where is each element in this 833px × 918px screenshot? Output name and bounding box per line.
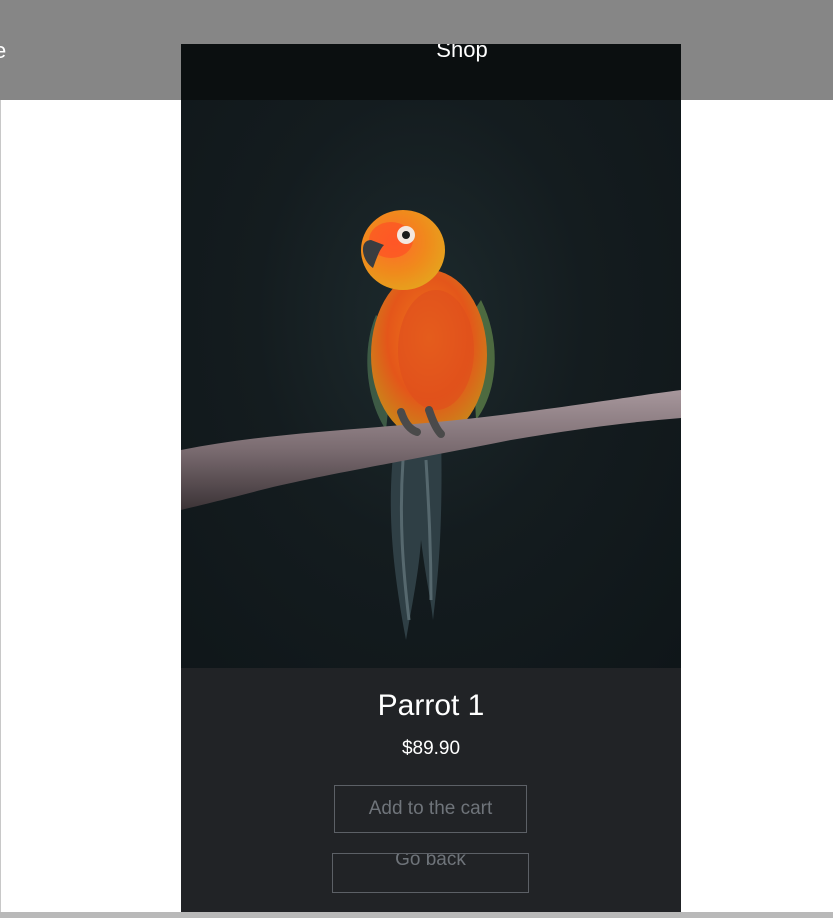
product-card: Shop Parrot 1 $89.90 Add to the cart Go … <box>181 44 681 914</box>
nav-left-link[interactable]: e <box>0 38 6 64</box>
card-header <box>181 44 681 100</box>
page-edge-divider <box>0 100 1 912</box>
bottom-scroll-edge <box>0 912 833 918</box>
add-to-cart-button[interactable]: Add to the cart <box>334 785 527 833</box>
product-price: $89.90 <box>401 738 461 759</box>
product-image <box>181 100 681 668</box>
shop-nav-link[interactable]: Shop <box>434 44 490 62</box>
go-back-label: Go back <box>395 853 466 870</box>
product-title: Parrot 1 <box>377 689 485 722</box>
go-back-button[interactable]: Go back <box>332 853 529 893</box>
parrot-illustration <box>181 210 681 640</box>
